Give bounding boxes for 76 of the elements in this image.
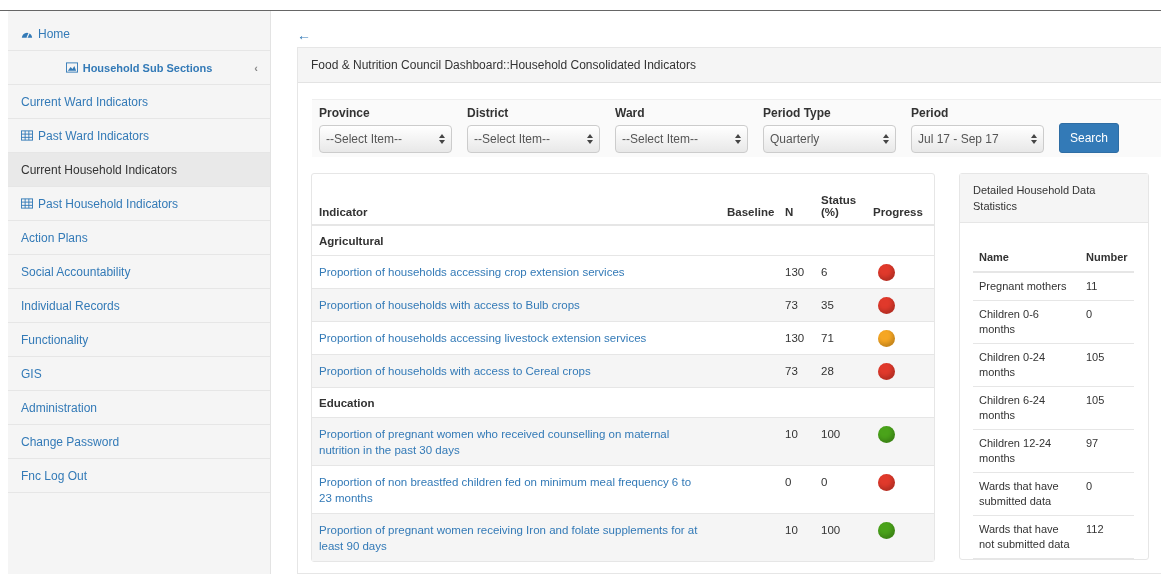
search-button[interactable]: Search [1059,123,1120,153]
table-icon [21,130,33,141]
sidebar-item[interactable]: Functionality [8,323,270,357]
sidebar-item[interactable]: Individual Records [8,289,270,323]
updown-arrows-icon [1031,134,1037,144]
indicator-link[interactable]: Proportion of households accessing livestock extension services [319,330,704,346]
back-link[interactable]: ← [297,27,311,47]
table-cell: 0 [1086,308,1093,320]
table-cell: 0 [785,476,792,488]
column-header: Indicator [312,174,723,225]
filter-label: Province [319,106,371,120]
table-cell: Children 12-24 months [979,437,1052,464]
panel-header: Food & Nutrition Council Dashboard::Household Consolidated Indicators [298,48,1161,83]
table-cell: 10 [785,428,798,440]
sidebar-section-toggle[interactable]: Household Sub Sections ‹ [8,51,270,85]
sidebar-item[interactable]: Change Password [8,425,270,459]
table-cell: Children 0-6 months [979,308,1039,335]
caret-icon: ‹ [254,61,258,74]
column-header: N [781,174,817,225]
updown-arrows-icon [587,134,593,144]
table-cell: 73 [785,365,798,377]
table-icon [21,198,33,209]
sidebar-item[interactable]: Current Household Indicators [8,153,270,187]
select-field[interactable]: Jul 17 - Sep 17 [911,125,1044,153]
table-cell: 105 [1086,351,1105,363]
table-cell: 100 [821,524,841,536]
table-cell: 100 [821,428,841,440]
column-header: Status (%) [817,174,869,225]
updown-arrows-icon [439,134,445,144]
sidebar-item[interactable]: Current Ward Indicators [8,85,270,119]
column-header: Number [1080,243,1134,272]
group-heading: Agricultural [319,235,384,247]
table-cell: 105 [1086,394,1105,406]
select-field[interactable]: Quarterly [763,125,896,153]
sidebar-item[interactable]: Past Household Indicators [8,187,270,221]
group-heading: Education [319,397,375,409]
indicator-link[interactable]: Proportion of households accessing crop extension services [319,264,704,280]
filter-label: District [467,106,510,120]
sidebar-item[interactable]: GIS [8,357,270,391]
table-cell: 28 [821,365,834,377]
column-header: Baseline [723,174,781,225]
filter-label: Ward [615,106,646,120]
card-title: Detailed Household Data Statistics [960,174,1148,223]
table-cell: Pregnant mothers [979,280,1067,292]
table-cell: 71 [821,332,834,344]
table-cell: 11 [1086,280,1098,292]
table-cell: 6 [821,266,828,278]
table-cell: 130 [785,332,805,344]
picture-icon [65,62,78,73]
table-cell: Wards that have not submitted data [979,523,1070,550]
table-cell: 35 [821,299,834,311]
table-cell: 0 [821,476,828,488]
column-header: Name [973,243,1080,272]
indicator-link[interactable]: Proportion of non breastfed children fed on minimum meal frequency 6 to 23 months [319,474,704,506]
filter-label: Period Type [763,106,832,120]
table-cell: Children 0-24 months [979,351,1046,378]
table-cell: 112 [1086,523,1104,535]
sidebar-item[interactable]: Social Accountability [8,255,270,289]
table-cell: Wards that have submitted data [979,480,1059,507]
table-cell: 0 [1086,480,1093,492]
table-cell: Children 6-24 months [979,394,1046,421]
updown-arrows-icon [883,134,889,144]
column-header: Progress [869,174,934,225]
sidebar-item[interactable]: Administration [8,391,270,425]
select-field[interactable]: --Select Item-- [319,125,452,153]
sidebar-item[interactable]: Fnc Log Out [8,459,270,493]
select-field[interactable]: --Select Item-- [615,125,748,153]
table-cell: 97 [1086,437,1099,449]
updown-arrows-icon [735,134,741,144]
filter-label: Period [911,106,950,120]
select-field[interactable]: --Select Item-- [467,125,600,153]
table-cell: 10 [785,524,798,536]
sidebar-item[interactable]: Home [8,17,270,51]
table-cell: 73 [785,299,798,311]
table-cell: 130 [785,266,805,278]
sidebar-item[interactable]: Action Plans [8,221,270,255]
